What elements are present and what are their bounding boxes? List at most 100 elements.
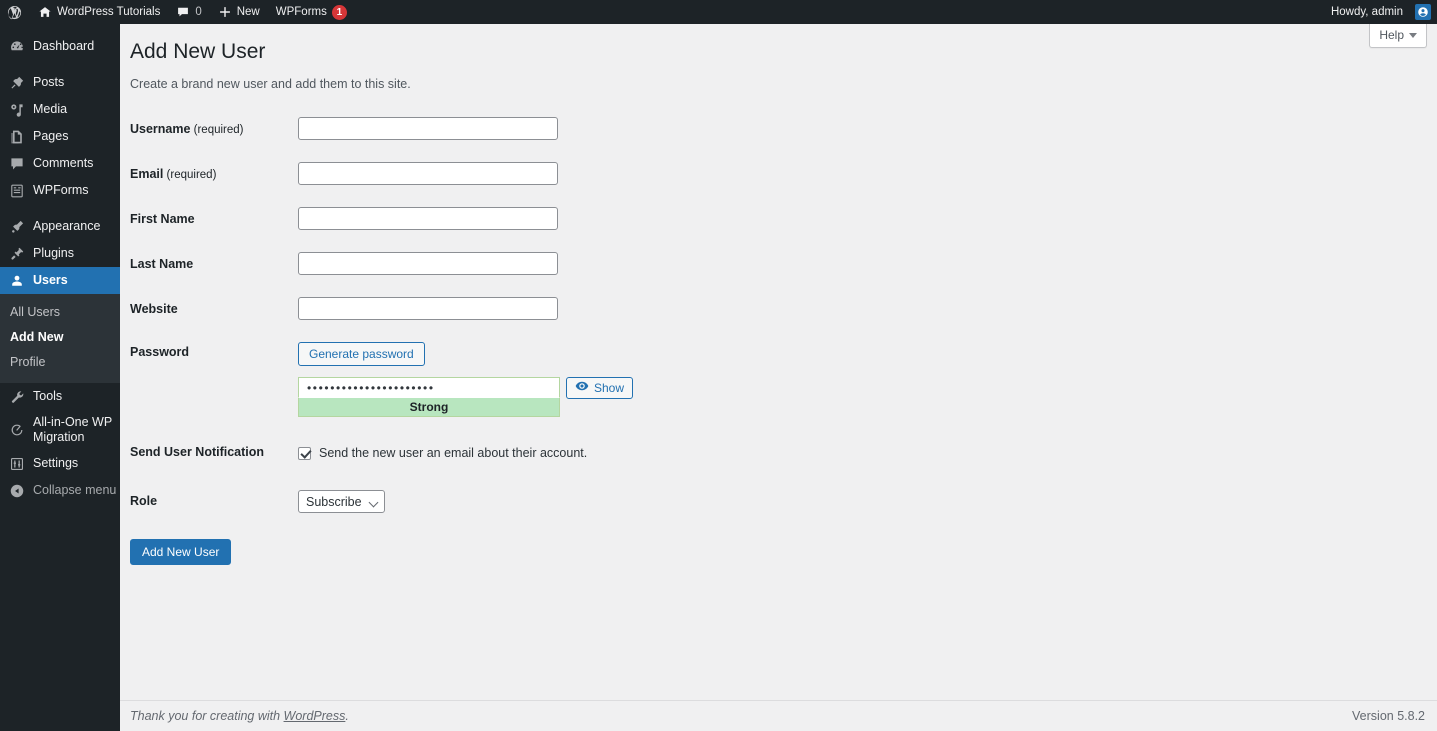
sidebar-item-label: Pages — [33, 129, 69, 143]
sidebar-subitem-label: Add New — [10, 330, 64, 344]
form-row-send-notification: Send User Notification Send the new user… — [120, 425, 1437, 472]
password-label-text: Password — [130, 345, 190, 360]
sidebar-item-pages[interactable]: Pages — [0, 123, 120, 150]
help-tab-button[interactable]: Help — [1369, 24, 1427, 48]
role-select-wrapper: Subscriber Contributor Author Editor Adm… — [298, 490, 385, 514]
username-label: Username (required) — [120, 109, 288, 154]
password-entry-area: •••••••••••••••••••••• Strong Show — [298, 377, 1427, 418]
comment-icon — [9, 156, 25, 172]
plus-icon — [218, 5, 232, 19]
form-row-website: Website — [120, 289, 1437, 334]
username-label-text: Username — [130, 122, 191, 137]
sidebar-item-label: All-in-One WP Migration — [33, 415, 112, 444]
user-avatar-icon — [1415, 4, 1431, 20]
sidebar-item-users[interactable]: Users — [0, 267, 128, 294]
footer-version: Version 5.8.2 — [1352, 709, 1425, 723]
role-label: Role — [120, 472, 288, 521]
sidebar-item-tools[interactable]: Tools — [0, 383, 120, 410]
footer-credit: Thank you for creating with WordPress. — [120, 709, 349, 723]
sidebar-item-all-in-one-wp-migration[interactable]: All-in-One WP Migration — [0, 410, 120, 450]
generate-password-button[interactable]: Generate password — [298, 342, 425, 367]
sidebar-subitem-all-users[interactable]: All Users — [0, 300, 120, 325]
last-name-label: Last Name — [120, 244, 288, 289]
sidebar-subitem-profile[interactable]: Profile — [0, 350, 120, 375]
users-submenu: All Users Add New Profile — [0, 294, 120, 383]
migration-icon — [9, 422, 25, 438]
sidebar-item-label: Users — [33, 273, 68, 287]
admin-footer: Thank you for creating with WordPress. V… — [120, 700, 1437, 731]
sidebar-item-label: Media — [33, 102, 68, 116]
first-name-label: First Name — [120, 199, 288, 244]
menu-spacer-1 — [0, 60, 120, 69]
wpforms-menu[interactable]: WPForms 1 — [268, 0, 355, 24]
admin-bar-left: WordPress Tutorials 0 New WPForms 1 — [0, 0, 355, 24]
dashboard-icon — [9, 39, 25, 55]
sidebar-item-label: Posts — [33, 75, 65, 89]
send-notification-checkbox[interactable] — [298, 446, 311, 460]
admin-bar: WordPress Tutorials 0 New WPForms 1 Howd… — [0, 0, 1437, 24]
eye-icon — [575, 379, 589, 397]
username-input[interactable] — [298, 117, 558, 141]
wordpress-logo-icon — [7, 5, 22, 20]
sidebar-item-wpforms[interactable]: WPForms — [0, 177, 120, 204]
sidebar-item-label: Tools — [33, 389, 63, 403]
first-name-input[interactable] — [298, 207, 558, 231]
sidebar-item-plugins[interactable]: Plugins — [0, 240, 120, 267]
sidebar-item-label: WPForms — [33, 183, 89, 197]
first-name-label-text: First Name — [130, 212, 195, 227]
add-new-user-submit-button[interactable]: Add New User — [130, 539, 232, 566]
sidebar-item-label: Collapse menu — [33, 483, 117, 497]
last-name-label-text: Last Name — [130, 257, 194, 272]
send-notification-checkbox-row[interactable]: Send the new user an email about their a… — [298, 444, 1427, 460]
website-input[interactable] — [298, 297, 558, 321]
form-row-username: Username (required) — [120, 109, 1437, 154]
wpforms-icon — [9, 183, 25, 199]
sidebar-item-appearance[interactable]: Appearance — [0, 213, 120, 240]
menu-spacer-2 — [0, 204, 120, 213]
show-password-label: Show — [594, 381, 625, 396]
appearance-brush-icon — [9, 219, 25, 235]
pages-icon — [9, 129, 25, 145]
password-label: Password — [120, 334, 288, 425]
sidebar-item-media[interactable]: Media — [0, 96, 120, 123]
tools-wrench-icon — [9, 389, 25, 405]
sidebar-item-comments[interactable]: Comments — [0, 150, 120, 177]
wp-logo-menu[interactable] — [0, 0, 30, 24]
help-label: Help — [1379, 28, 1404, 42]
comments-menu[interactable]: 0 — [168, 0, 209, 24]
email-required-note: (required) — [163, 169, 217, 182]
password-strength-indicator: Strong — [298, 398, 560, 418]
my-account-menu[interactable]: Howdy, admin — [1324, 0, 1431, 24]
collapse-arrow-icon — [9, 483, 25, 499]
toggle-password-visibility-button[interactable]: Show — [566, 377, 634, 400]
wordpress-link[interactable]: WordPress — [284, 709, 346, 723]
comments-count: 0 — [195, 6, 202, 18]
email-input[interactable] — [298, 162, 558, 186]
sidebar-item-posts[interactable]: Posts — [0, 69, 120, 96]
site-name-menu[interactable]: WordPress Tutorials — [30, 0, 168, 24]
sidebar-item-settings[interactable]: Settings — [0, 450, 120, 477]
sidebar-item-label: Dashboard — [33, 39, 95, 53]
password-input[interactable]: •••••••••••••••••••••• — [298, 377, 560, 399]
wpforms-label: WPForms — [275, 6, 327, 18]
site-name-label: WordPress Tutorials — [57, 6, 161, 18]
sidebar-item-dashboard[interactable]: Dashboard — [0, 33, 120, 60]
page-description: Create a brand new user and add them to … — [130, 77, 411, 92]
sidebar-item-label: Settings — [33, 456, 79, 470]
sidebar-item-collapse-menu[interactable]: Collapse menu — [0, 477, 120, 504]
password-stack: •••••••••••••••••••••• Strong — [298, 377, 560, 418]
form-row-email: Email (required) — [120, 154, 1437, 199]
role-select[interactable]: Subscriber Contributor Author Editor Adm… — [298, 490, 385, 514]
pin-icon — [9, 75, 25, 91]
new-label: New — [236, 6, 260, 18]
sidebar-item-label: Appearance — [33, 219, 101, 233]
new-content-menu[interactable]: New — [210, 0, 268, 24]
website-label: Website — [120, 289, 288, 334]
email-label-text: Email — [130, 167, 164, 182]
footer-credit-prefix: Thank you for creating with — [130, 709, 284, 723]
sidebar-subitem-add-new[interactable]: Add New — [0, 325, 120, 350]
menu-spacer-top — [0, 24, 120, 33]
last-name-input[interactable] — [298, 252, 558, 276]
send-user-notification-label: Send User Notification — [120, 425, 288, 472]
form-row-password: Password Generate password •••••••••••••… — [120, 334, 1437, 425]
